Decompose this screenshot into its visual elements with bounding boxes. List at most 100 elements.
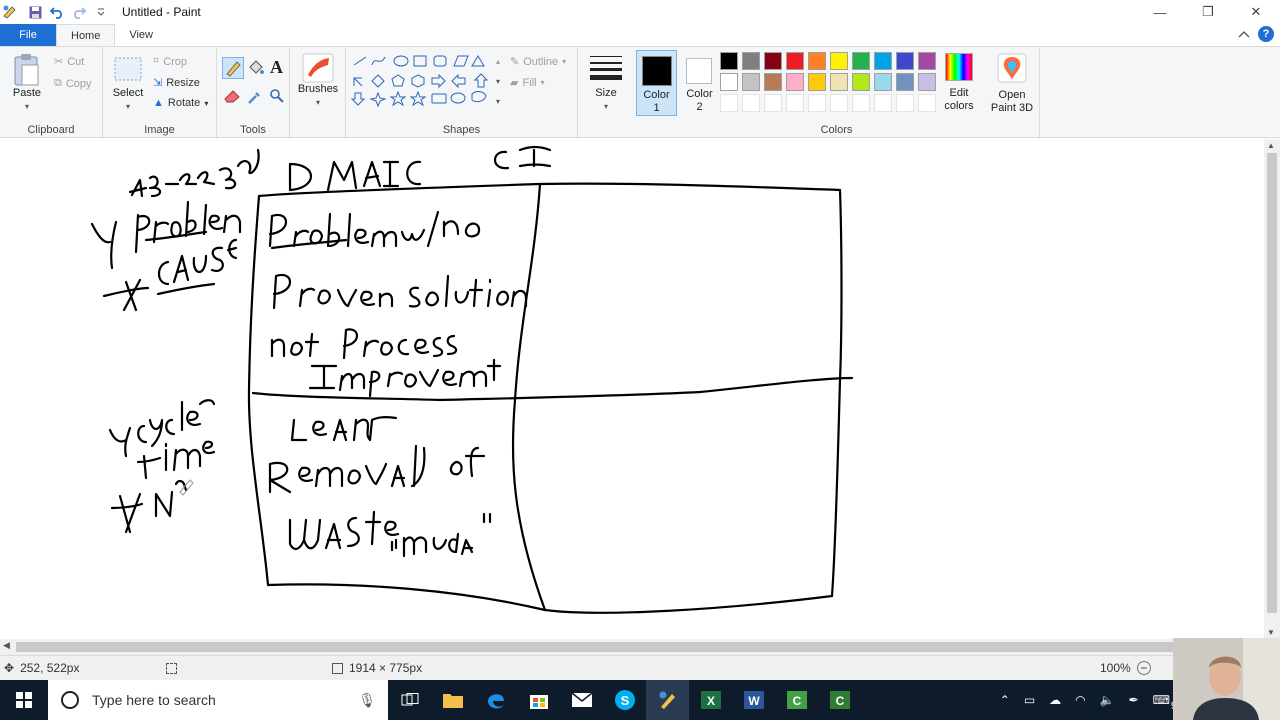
palette-swatch[interactable] <box>764 52 782 70</box>
taskbar-search[interactable]: Type here to search 🎙 <box>48 680 388 720</box>
title-bar: Untitled - Paint — ❐ ✕ <box>0 0 1280 24</box>
edge-button[interactable] <box>474 680 517 720</box>
paste-button[interactable]: Paste ▾ <box>8 53 46 113</box>
palette-swatch[interactable] <box>918 52 936 70</box>
fill-tool[interactable] <box>247 59 265 80</box>
onedrive-icon[interactable]: ☁ <box>1049 693 1061 707</box>
shape-fill-icon: ▰ <box>510 77 519 89</box>
palette-swatch[interactable] <box>896 52 914 70</box>
volume-icon[interactable]: 🔈 <box>1100 693 1115 707</box>
tab-file[interactable]: File <box>0 24 56 46</box>
vertical-scroll-thumb[interactable] <box>1267 153 1277 613</box>
palette-swatch[interactable] <box>852 94 870 112</box>
palette-swatch[interactable] <box>896 94 914 112</box>
palette-swatch[interactable] <box>742 52 760 70</box>
palette-swatch[interactable] <box>896 73 914 91</box>
size-button[interactable]: Size ▾ <box>586 53 626 113</box>
palette-swatch[interactable] <box>764 94 782 112</box>
mail-button[interactable] <box>560 680 603 720</box>
crop-button[interactable]: ⌗ Crop <box>153 55 187 68</box>
help-icon[interactable]: ? <box>1258 26 1274 42</box>
collapse-ribbon-icon[interactable] <box>1238 30 1250 38</box>
horizontal-scrollbar[interactable]: ◀ <box>0 639 1264 655</box>
cut-button[interactable]: ✂ Cut <box>54 55 84 69</box>
restore-button[interactable]: ❐ <box>1184 0 1232 24</box>
paint-taskbar-button[interactable] <box>646 680 689 720</box>
brushes-button[interactable]: Brushes ▾ <box>298 53 338 109</box>
excel-button[interactable]: X <box>689 680 732 720</box>
close-button[interactable]: ✕ <box>1232 0 1280 24</box>
task-view-button[interactable] <box>388 680 431 720</box>
palette-swatch[interactable] <box>786 94 804 112</box>
copy-button[interactable]: ⧉ Copy <box>54 77 92 90</box>
customize-quick-access-icon[interactable] <box>92 3 110 21</box>
pen-icon[interactable]: ✒ <box>1129 693 1139 707</box>
camtasia-button[interactable]: C <box>775 680 818 720</box>
scroll-left-arrow-icon[interactable]: ◀ <box>3 640 10 651</box>
fill-button[interactable]: ▰ Fill ▾ <box>510 76 545 90</box>
horizontal-scroll-thumb[interactable] <box>16 642 1226 652</box>
microphone-icon[interactable]: 🎙 <box>358 692 376 709</box>
palette-swatch[interactable] <box>808 73 826 91</box>
palette-swatch[interactable] <box>720 94 738 112</box>
word-button[interactable]: W <box>732 680 775 720</box>
palette-swatch[interactable] <box>852 52 870 70</box>
start-button[interactable] <box>0 680 48 720</box>
palette-swatch[interactable] <box>830 52 848 70</box>
color2-selector[interactable]: Color 2 <box>679 50 720 116</box>
scroll-down-arrow-icon[interactable]: ▼ <box>1267 628 1275 637</box>
palette-swatch[interactable] <box>720 52 738 70</box>
keyboard-icon[interactable]: ⌨ <box>1153 693 1170 707</box>
resize-button[interactable]: ⇲ Resize <box>153 76 200 90</box>
palette-swatch[interactable] <box>830 94 848 112</box>
palette-swatch[interactable] <box>764 73 782 91</box>
palette-swatch[interactable] <box>808 94 826 112</box>
select-button[interactable]: Select ▾ <box>109 57 147 113</box>
canvas-area[interactable] <box>0 139 1264 639</box>
zoom-out-icon[interactable]: − <box>1136 661 1151 675</box>
store-button[interactable] <box>517 680 560 720</box>
palette-swatch[interactable] <box>874 52 892 70</box>
tab-view[interactable]: View <box>115 24 167 46</box>
vertical-scrollbar[interactable]: ▲ ▼ <box>1264 139 1280 639</box>
show-hidden-icons-icon[interactable]: ⌃ <box>1000 693 1010 707</box>
camtasia-recorder-button[interactable]: C <box>818 680 861 720</box>
edit-colors-button[interactable]: Edit colors <box>940 53 978 113</box>
palette-swatch[interactable] <box>852 73 870 91</box>
save-icon[interactable] <box>26 3 44 21</box>
palette-swatch[interactable] <box>720 73 738 91</box>
tab-home[interactable]: Home <box>56 24 116 46</box>
minimize-button[interactable]: — <box>1136 0 1184 24</box>
palette-swatch[interactable] <box>808 52 826 70</box>
file-explorer-button[interactable] <box>431 680 474 720</box>
palette-swatch[interactable] <box>742 94 760 112</box>
palette-swatch[interactable] <box>918 94 936 112</box>
network-icon[interactable]: ◠ <box>1075 693 1085 707</box>
magnifier-tool[interactable] <box>269 88 285 107</box>
shapes-gallery[interactable] <box>350 53 500 111</box>
redo-icon[interactable] <box>70 3 88 21</box>
text-tool[interactable]: A <box>270 57 283 78</box>
palette-swatch[interactable] <box>918 73 936 91</box>
open-paint3d-button[interactable]: Open Paint 3D <box>990 53 1034 115</box>
undo-icon[interactable] <box>48 3 66 21</box>
palette-swatch[interactable] <box>830 73 848 91</box>
copy-label: Copy <box>65 77 92 90</box>
color1-selector[interactable]: Color 1 <box>636 50 677 116</box>
palette-swatch[interactable] <box>786 73 804 91</box>
pencil-tool[interactable] <box>222 57 244 79</box>
palette-swatch[interactable] <box>742 73 760 91</box>
outline-button[interactable]: ✎ Outline ▾ <box>510 55 566 69</box>
eraser-tool[interactable] <box>223 89 241 106</box>
scroll-up-arrow-icon[interactable]: ▲ <box>1267 141 1275 150</box>
paint-app-icon <box>3 5 16 19</box>
battery-icon[interactable]: ▭ <box>1024 693 1035 707</box>
palette-swatch[interactable] <box>874 73 892 91</box>
skype-button[interactable]: S <box>603 680 646 720</box>
color-picker-tool[interactable] <box>247 89 263 108</box>
rotate-button[interactable]: ▲ Rotate ▾ <box>153 97 208 109</box>
drawing-canvas[interactable] <box>0 139 1264 639</box>
color1-label: Color <box>643 89 670 101</box>
palette-swatch[interactable] <box>874 94 892 112</box>
palette-swatch[interactable] <box>786 52 804 70</box>
